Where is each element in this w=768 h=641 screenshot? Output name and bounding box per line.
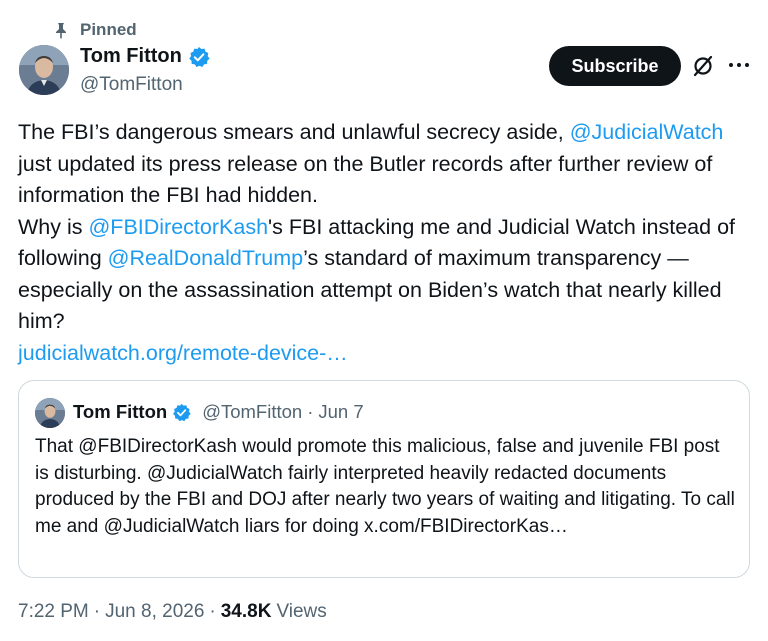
tweet-date[interactable]: Jun 8, 2026 — [105, 601, 204, 623]
views-count: 34.8K — [220, 601, 272, 622]
tweet-text: The FBI’s dangerous smears and unlawful … — [18, 117, 758, 369]
tweet-link[interactable]: @FBIDirectorKash — [88, 215, 268, 239]
tweet-link[interactable]: @JudicialWatch — [570, 120, 724, 144]
tweet-meta: 7:22 PM · Jun 8, 2026 · 34.8K Views — [18, 601, 327, 623]
quote-date[interactable]: Jun 7 — [318, 401, 363, 423]
quote-avatar[interactable] — [35, 398, 65, 428]
quote-separator: · — [307, 401, 314, 422]
meta-separator: · — [209, 601, 216, 622]
author-display-name[interactable]: Tom Fitton — [80, 45, 182, 68]
author-handle[interactable]: @TomFitton — [80, 74, 183, 96]
tweet-link[interactable]: @RealDonaldTrump — [108, 246, 304, 270]
author-name-row[interactable]: Tom Fitton — [80, 45, 210, 68]
tweet-text-segment: Why is — [18, 214, 89, 239]
quote-header: Tom Fitton @TomFitton · Jun 7 — [73, 401, 364, 423]
verified-badge-icon — [172, 403, 191, 422]
quoted-tweet-card[interactable]: Tom Fitton @TomFitton · Jun 7 That @FBID… — [18, 380, 750, 578]
verified-badge-icon — [188, 46, 210, 68]
quote-handle[interactable]: @TomFitton — [202, 401, 302, 423]
more-options-icon[interactable] — [727, 53, 751, 77]
tweet-text-segment: The FBI’s dangerous smears and unlawful … — [18, 120, 570, 144]
pin-icon — [52, 21, 70, 39]
grok-icon[interactable] — [691, 54, 715, 78]
quote-display-name[interactable]: Tom Fitton — [73, 401, 167, 423]
meta-separator: · — [93, 601, 101, 622]
quote-text: That @FBIDirectorKash would promote this… — [35, 436, 735, 537]
views-label: Views — [276, 601, 327, 622]
pinned-indicator: Pinned — [52, 18, 137, 42]
subscribe-button[interactable]: Subscribe — [549, 46, 681, 86]
tweet-link[interactable]: judicialwatch.org/remote-device-… — [18, 341, 348, 365]
tweet-text-segment: just updated its press release on the Bu… — [18, 151, 713, 208]
avatar[interactable] — [19, 45, 69, 95]
tweet-time[interactable]: 7:22 PM — [18, 601, 89, 623]
pinned-label: Pinned — [80, 20, 137, 39]
